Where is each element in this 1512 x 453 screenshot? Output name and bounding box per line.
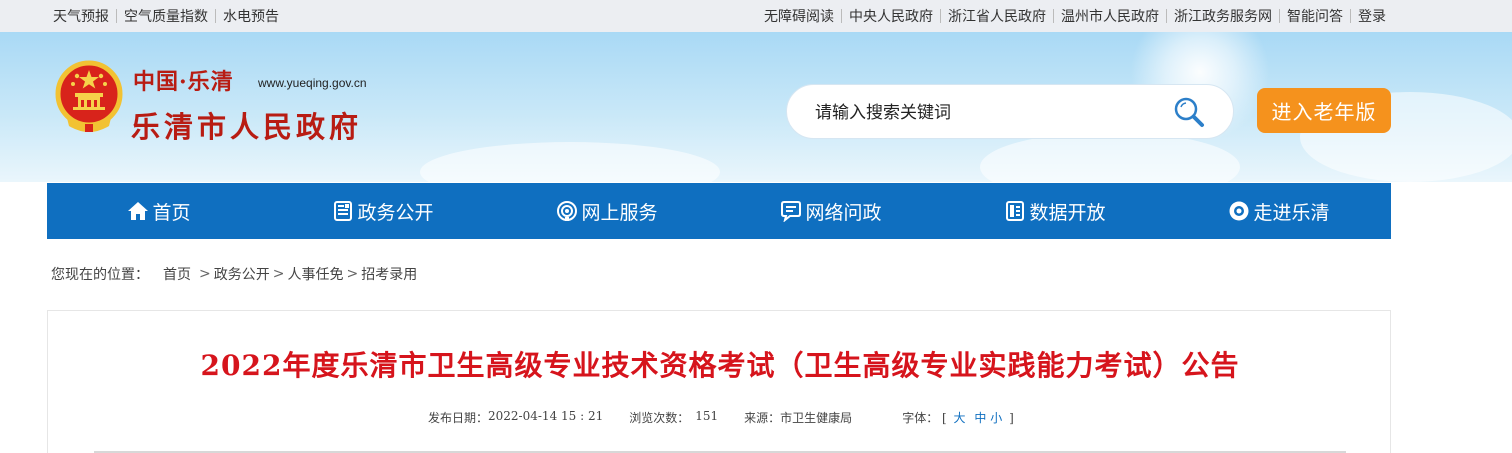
nav-label: 数据开放 (1029, 201, 1106, 224)
breadcrumb-gov-affairs[interactable]: 政务公开 (214, 264, 270, 284)
nav-label: 首页 (152, 201, 191, 224)
breadcrumb-recruitment[interactable]: 招考录用 (361, 264, 417, 284)
zhejiang-service-link[interactable]: 浙江政务服务网 (1174, 6, 1272, 26)
separator (1350, 9, 1351, 23)
font-size-switcher: 字体： [ 大 中 小 ] (902, 409, 1014, 426)
separator (1166, 9, 1167, 23)
breadcrumb-home[interactable]: 首页 (163, 264, 191, 284)
nav-item-about-yueqing[interactable]: 走进乐清 (1167, 183, 1391, 239)
separator (940, 9, 941, 23)
breadcrumb-separator: > (346, 266, 359, 282)
home-icon (128, 202, 149, 220)
nav-label: 网上服务 (581, 201, 658, 224)
nav-label: 政务公开 (357, 201, 434, 224)
breadcrumb: 您现在的位置： 首页 > 政务公开 > 人事任免 > 招考录用 (51, 264, 417, 284)
document-icon (334, 201, 353, 221)
bracket-open: [ (942, 411, 947, 425)
breadcrumb-separator: > (199, 266, 211, 282)
font-size-label: 字体： (902, 411, 939, 425)
service-icon (557, 201, 578, 221)
login-link[interactable]: 登录 (1358, 6, 1386, 26)
separator (1279, 9, 1280, 23)
source-label: 来源： (744, 411, 781, 425)
logo-china-yueqing[interactable]: 中国·乐清 (133, 64, 234, 96)
bracket-close: ] (1009, 411, 1014, 425)
breadcrumb-personnel[interactable]: 人事任免 (287, 264, 343, 284)
eye-icon (1229, 201, 1249, 221)
header-banner: 中国·乐清 www.yueqing.gov.cn 乐清市人民政府 进入老年版 (0, 32, 1512, 182)
data-icon (1006, 201, 1025, 221)
topbar-left-links: 天气预报 空气质量指数 水电预告 (53, 6, 279, 26)
elderly-mode-button[interactable]: 进入老年版 (1257, 88, 1391, 133)
wenzhou-gov-link[interactable]: 温州市人民政府 (1061, 6, 1159, 26)
search-input[interactable] (815, 99, 1155, 127)
national-emblem-icon[interactable] (55, 60, 123, 134)
font-size-small[interactable]: 小 (990, 411, 1002, 425)
separator (1053, 9, 1054, 23)
central-gov-link[interactable]: 中央人民政府 (849, 6, 933, 26)
publish-date-label: 发布日期： (428, 411, 489, 425)
nav-label: 走进乐清 (1253, 201, 1330, 224)
nav-item-online-inquiry[interactable]: 网络问政 (719, 183, 943, 239)
logo-url: www.yueqing.gov.cn (258, 76, 367, 90)
search-box (786, 84, 1234, 139)
cloud-decoration (420, 142, 720, 182)
nav-item-online-service[interactable]: 网上服务 (495, 183, 719, 239)
accessibility-link[interactable]: 无障碍阅读 (764, 6, 834, 26)
breadcrumb-label: 您现在的位置： (51, 267, 149, 283)
separator (116, 9, 117, 23)
topbar-right-links: 无障碍阅读 中央人民政府 浙江省人民政府 温州市人民政府 浙江政务服务网 智能问… (764, 6, 1386, 26)
views-count: 151 (695, 409, 719, 423)
breadcrumb-separator: > (272, 266, 285, 282)
top-utility-bar: 天气预报 空气质量指数 水电预告 无障碍阅读 中央人民政府 浙江省人民政府 温州… (0, 0, 1512, 32)
nav-item-home[interactable]: 首页 (47, 183, 271, 239)
font-size-large[interactable]: 大 (954, 411, 966, 425)
source-value: 市卫生健康局 (780, 411, 853, 425)
article-title: 2022年度乐清市卫生高级专业技术资格考试（卫生高级专业实践能力考试）公告 (200, 349, 1240, 382)
nav-item-open-data[interactable]: 数据开放 (943, 183, 1167, 239)
separator (841, 9, 842, 23)
publish-date: 2022-04-14 15 : 21 (488, 409, 604, 423)
nav-item-gov-affairs[interactable]: 政务公开 (271, 183, 495, 239)
main-nav: 首页 政务公开 网上服务 网络问政 数据开放 走进乐清 (47, 183, 1391, 239)
zhejiang-gov-link[interactable]: 浙江省人民政府 (948, 6, 1046, 26)
chat-icon (781, 201, 802, 222)
article-meta: 发布日期： 2022-04-14 15 : 21 浏览次数： 151 来源： 市… (428, 409, 1014, 426)
weather-link[interactable]: 天气预报 (53, 6, 109, 26)
search-icon[interactable] (1172, 95, 1206, 129)
article-panel: 2022年度乐清市卫生高级专业技术资格考试（卫生高级专业实践能力考试）公告 发布… (47, 310, 1391, 453)
site-name-logo[interactable]: 乐清市人民政府 (131, 104, 362, 146)
smart-qa-link[interactable]: 智能问答 (1287, 6, 1343, 26)
air-quality-link[interactable]: 空气质量指数 (124, 6, 208, 26)
font-size-medium[interactable]: 中 (974, 411, 986, 425)
utility-notice-link[interactable]: 水电预告 (223, 6, 279, 26)
separator (215, 9, 216, 23)
nav-label: 网络问政 (805, 201, 882, 224)
views-label: 浏览次数： (629, 411, 690, 425)
